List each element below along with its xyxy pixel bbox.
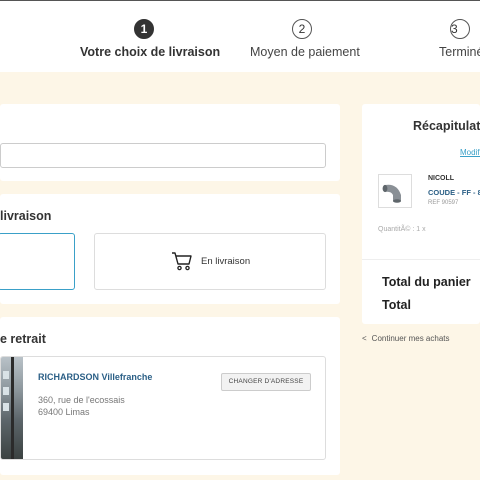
step-number: 1	[134, 19, 154, 39]
step-label: Votre choix de livraison	[80, 45, 221, 59]
change-address-button[interactable]: CHANGER D'ADRESSE	[221, 373, 311, 391]
product-quantity: QuantitÃ© : 1 x	[378, 226, 426, 233]
product-ref: REF 90597	[428, 200, 459, 206]
checkout-progress-bar: 1 Votre choix de livraison 2 Moyen de pa…	[0, 0, 480, 72]
store-address-line2: 69400 Limas	[38, 407, 90, 417]
step-finished: 3 Terminé	[439, 19, 480, 59]
shopping-cart-icon	[171, 250, 193, 272]
step-number: 3	[450, 19, 470, 39]
address-input[interactable]	[0, 143, 326, 168]
step-number: 2	[292, 19, 312, 39]
store-address-line1: 360, rue de l'ecossais	[38, 395, 125, 405]
step-delivery: 1 Votre choix de livraison	[80, 19, 221, 59]
product-thumbnail	[378, 174, 412, 208]
step-label: Terminé	[439, 45, 480, 59]
store-photo	[1, 357, 23, 459]
continue-shopping-link[interactable]: < Continuer mes achats	[362, 334, 450, 343]
product-brand: NICOLL	[428, 175, 455, 182]
summary-divider	[362, 259, 480, 260]
delivery-option-label: En livraison	[201, 256, 251, 267]
step-payment: 2 Moyen de paiement	[250, 19, 360, 59]
store-box: RICHARDSON Villefranche 360, rue de l'ec…	[0, 356, 326, 460]
step-label: Moyen de paiement	[250, 45, 360, 59]
total-cart-label: Total du panier	[382, 275, 471, 289]
product-name[interactable]: COUDE - FF - 8	[428, 188, 480, 197]
pickup-section-title: e retrait	[0, 332, 46, 346]
order-summary-card	[362, 104, 480, 324]
store-name: RICHARDSON Villefranche	[38, 372, 153, 382]
pickup-option[interactable]	[0, 233, 75, 290]
delivery-mode-title: livraison	[0, 209, 52, 223]
chevron-left-icon: <	[362, 334, 367, 343]
delivery-option[interactable]: En livraison	[94, 233, 326, 290]
continue-shopping-label: Continuer mes achats	[371, 334, 450, 343]
total-label: Total	[382, 298, 411, 312]
modify-cart-link[interactable]: Modifi	[460, 148, 480, 157]
summary-title: Récapitulatio	[413, 119, 480, 133]
